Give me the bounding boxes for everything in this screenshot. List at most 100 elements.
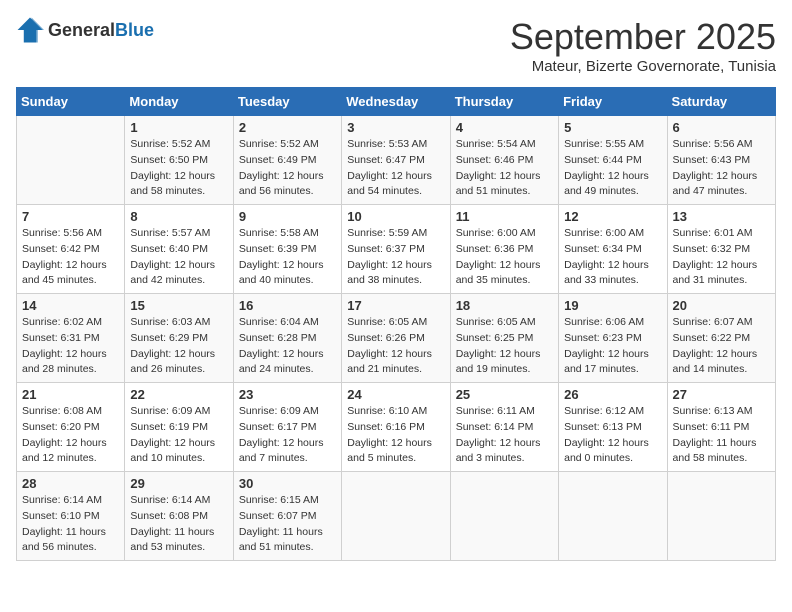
daylight-text: Daylight: 12 hours and 5 minutes. [347, 437, 432, 465]
sunrise-text: Sunrise: 6:15 AM [239, 494, 319, 506]
sunset-text: Sunset: 6:08 PM [130, 510, 208, 522]
sunrise-text: Sunrise: 5:56 AM [673, 138, 753, 150]
calendar-week-row: 21 Sunrise: 6:08 AM Sunset: 6:20 PM Dayl… [17, 383, 776, 472]
daylight-text: Daylight: 12 hours and 7 minutes. [239, 437, 324, 465]
daylight-text: Daylight: 12 hours and 12 minutes. [22, 437, 107, 465]
table-row: 12 Sunrise: 6:00 AM Sunset: 6:34 PM Dayl… [559, 205, 667, 294]
sunrise-text: Sunrise: 6:09 AM [130, 405, 210, 417]
calendar-week-row: 7 Sunrise: 5:56 AM Sunset: 6:42 PM Dayli… [17, 205, 776, 294]
day-info: Sunrise: 6:10 AM Sunset: 6:16 PM Dayligh… [347, 404, 444, 467]
sunrise-text: Sunrise: 6:14 AM [22, 494, 102, 506]
sunset-text: Sunset: 6:36 PM [456, 243, 534, 255]
sunset-text: Sunset: 6:42 PM [22, 243, 100, 255]
day-number: 20 [673, 298, 770, 313]
day-number: 21 [22, 387, 119, 402]
table-row [667, 472, 775, 561]
sunrise-text: Sunrise: 6:05 AM [347, 316, 427, 328]
daylight-text: Daylight: 12 hours and 54 minutes. [347, 170, 432, 198]
sunrise-text: Sunrise: 6:11 AM [456, 405, 535, 417]
sunrise-text: Sunrise: 5:54 AM [456, 138, 536, 150]
sunrise-text: Sunrise: 5:57 AM [130, 227, 210, 239]
table-row: 4 Sunrise: 5:54 AM Sunset: 6:46 PM Dayli… [450, 116, 558, 205]
day-info: Sunrise: 5:52 AM Sunset: 6:50 PM Dayligh… [130, 137, 227, 200]
day-info: Sunrise: 6:14 AM Sunset: 6:10 PM Dayligh… [22, 493, 119, 556]
daylight-text: Daylight: 12 hours and 58 minutes. [130, 170, 215, 198]
day-number: 9 [239, 209, 336, 224]
col-saturday: Saturday [667, 88, 775, 116]
day-number: 29 [130, 476, 227, 491]
day-number: 30 [239, 476, 336, 491]
daylight-text: Daylight: 11 hours and 58 minutes. [673, 437, 757, 465]
sunset-text: Sunset: 6:31 PM [22, 332, 100, 344]
sunrise-text: Sunrise: 5:59 AM [347, 227, 427, 239]
day-number: 14 [22, 298, 119, 313]
table-row: 16 Sunrise: 6:04 AM Sunset: 6:28 PM Dayl… [233, 294, 341, 383]
sunrise-text: Sunrise: 5:53 AM [347, 138, 427, 150]
month-title: September 2025 [510, 16, 776, 58]
day-info: Sunrise: 6:04 AM Sunset: 6:28 PM Dayligh… [239, 315, 336, 378]
day-number: 27 [673, 387, 770, 402]
day-info: Sunrise: 6:08 AM Sunset: 6:20 PM Dayligh… [22, 404, 119, 467]
daylight-text: Daylight: 12 hours and 33 minutes. [564, 259, 649, 287]
daylight-text: Daylight: 12 hours and 40 minutes. [239, 259, 324, 287]
day-info: Sunrise: 5:56 AM Sunset: 6:43 PM Dayligh… [673, 137, 770, 200]
daylight-text: Daylight: 12 hours and 28 minutes. [22, 348, 107, 376]
sunset-text: Sunset: 6:29 PM [130, 332, 208, 344]
table-row: 28 Sunrise: 6:14 AM Sunset: 6:10 PM Dayl… [17, 472, 125, 561]
day-info: Sunrise: 5:58 AM Sunset: 6:39 PM Dayligh… [239, 226, 336, 289]
daylight-text: Daylight: 12 hours and 51 minutes. [456, 170, 541, 198]
day-number: 12 [564, 209, 661, 224]
sunset-text: Sunset: 6:46 PM [456, 154, 534, 166]
daylight-text: Daylight: 11 hours and 51 minutes. [239, 526, 323, 554]
day-number: 18 [456, 298, 553, 313]
table-row: 3 Sunrise: 5:53 AM Sunset: 6:47 PM Dayli… [342, 116, 450, 205]
sunrise-text: Sunrise: 5:52 AM [130, 138, 210, 150]
day-info: Sunrise: 5:54 AM Sunset: 6:46 PM Dayligh… [456, 137, 553, 200]
sunset-text: Sunset: 6:17 PM [239, 421, 317, 433]
daylight-text: Daylight: 12 hours and 10 minutes. [130, 437, 215, 465]
day-number: 15 [130, 298, 227, 313]
calendar-header-row: Sunday Monday Tuesday Wednesday Thursday… [17, 88, 776, 116]
day-info: Sunrise: 6:03 AM Sunset: 6:29 PM Dayligh… [130, 315, 227, 378]
table-row: 15 Sunrise: 6:03 AM Sunset: 6:29 PM Dayl… [125, 294, 233, 383]
sunset-text: Sunset: 6:10 PM [22, 510, 100, 522]
table-row: 23 Sunrise: 6:09 AM Sunset: 6:17 PM Dayl… [233, 383, 341, 472]
table-row: 13 Sunrise: 6:01 AM Sunset: 6:32 PM Dayl… [667, 205, 775, 294]
table-row: 14 Sunrise: 6:02 AM Sunset: 6:31 PM Dayl… [17, 294, 125, 383]
sunrise-text: Sunrise: 6:14 AM [130, 494, 210, 506]
daylight-text: Daylight: 12 hours and 26 minutes. [130, 348, 215, 376]
day-number: 4 [456, 120, 553, 135]
day-info: Sunrise: 5:59 AM Sunset: 6:37 PM Dayligh… [347, 226, 444, 289]
day-info: Sunrise: 6:00 AM Sunset: 6:36 PM Dayligh… [456, 226, 553, 289]
table-row: 30 Sunrise: 6:15 AM Sunset: 6:07 PM Dayl… [233, 472, 341, 561]
col-sunday: Sunday [17, 88, 125, 116]
sunrise-text: Sunrise: 5:56 AM [22, 227, 102, 239]
sunrise-text: Sunrise: 6:03 AM [130, 316, 210, 328]
sunset-text: Sunset: 6:25 PM [456, 332, 534, 344]
day-number: 22 [130, 387, 227, 402]
table-row [17, 116, 125, 205]
daylight-text: Daylight: 12 hours and 24 minutes. [239, 348, 324, 376]
day-number: 8 [130, 209, 227, 224]
day-number: 24 [347, 387, 444, 402]
table-row: 11 Sunrise: 6:00 AM Sunset: 6:36 PM Dayl… [450, 205, 558, 294]
sunrise-text: Sunrise: 6:00 AM [564, 227, 644, 239]
day-info: Sunrise: 5:57 AM Sunset: 6:40 PM Dayligh… [130, 226, 227, 289]
table-row: 2 Sunrise: 5:52 AM Sunset: 6:49 PM Dayli… [233, 116, 341, 205]
day-number: 26 [564, 387, 661, 402]
table-row [450, 472, 558, 561]
calendar-table: Sunday Monday Tuesday Wednesday Thursday… [16, 87, 776, 561]
table-row: 29 Sunrise: 6:14 AM Sunset: 6:08 PM Dayl… [125, 472, 233, 561]
sunrise-text: Sunrise: 6:09 AM [239, 405, 319, 417]
sunset-text: Sunset: 6:44 PM [564, 154, 642, 166]
day-number: 7 [22, 209, 119, 224]
daylight-text: Daylight: 12 hours and 31 minutes. [673, 259, 758, 287]
sunset-text: Sunset: 6:20 PM [22, 421, 100, 433]
calendar-week-row: 1 Sunrise: 5:52 AM Sunset: 6:50 PM Dayli… [17, 116, 776, 205]
day-number: 5 [564, 120, 661, 135]
day-number: 23 [239, 387, 336, 402]
daylight-text: Daylight: 11 hours and 53 minutes. [130, 526, 214, 554]
sunrise-text: Sunrise: 6:13 AM [673, 405, 753, 417]
sunset-text: Sunset: 6:19 PM [130, 421, 208, 433]
sunrise-text: Sunrise: 6:04 AM [239, 316, 319, 328]
